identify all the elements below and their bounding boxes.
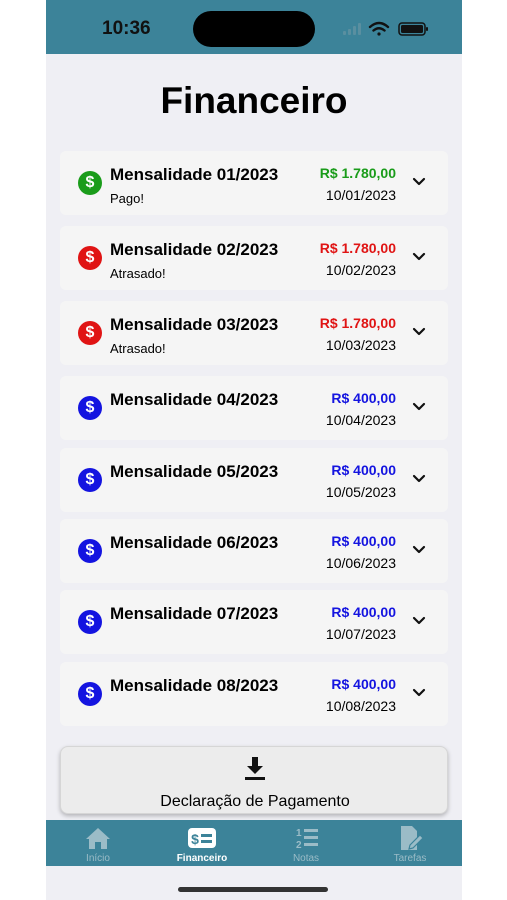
payment-date: 10/08/2023 — [325, 698, 396, 714]
tab-bar: Início $ Financeiro 1 2 Notas Tarefas — [46, 820, 462, 866]
dollar-icon: $ — [78, 321, 102, 345]
chevron-down-icon[interactable] — [412, 688, 426, 698]
payment-item[interactable]: $ Mensalidade 05/2023 R$ 400,00 10/05/20… — [60, 448, 448, 512]
battery-icon — [398, 22, 428, 36]
tab-financeiro[interactable]: $ Financeiro — [150, 820, 254, 866]
payment-title: Mensalidade 02/2023 — [110, 240, 279, 259]
payment-title: Mensalidade 07/2023 — [110, 604, 279, 623]
download-icon — [245, 757, 265, 780]
payment-title: Mensalidade 04/2023 — [110, 390, 279, 409]
chevron-down-icon[interactable] — [412, 327, 426, 337]
chevron-down-icon[interactable] — [412, 177, 426, 187]
dollar-icon: $ — [78, 246, 102, 270]
phone-screen: 10:36 Financeiro $ Mensalidade 01/2023 P… — [46, 0, 462, 900]
payment-status: Atrasado! — [110, 266, 166, 281]
payment-declaration-button[interactable]: Declaração de Pagamento — [60, 746, 448, 814]
payment-date: 10/06/2023 — [325, 555, 396, 571]
payment-item[interactable]: $ Mensalidade 02/2023 Atrasado! R$ 1.780… — [60, 226, 448, 290]
chevron-down-icon[interactable] — [412, 545, 426, 555]
chevron-down-icon[interactable] — [412, 616, 426, 626]
dollar-icon: $ — [78, 610, 102, 634]
payment-title: Mensalidade 05/2023 — [110, 462, 279, 481]
svg-text:1: 1 — [296, 828, 302, 839]
payment-amount: R$ 400,00 — [331, 533, 396, 549]
status-time: 10:36 — [102, 18, 151, 39]
payment-amount: R$ 400,00 — [331, 462, 396, 478]
payment-title: Mensalidade 03/2023 — [110, 315, 279, 334]
numbered-list-icon: 1 2 — [296, 828, 318, 851]
chevron-down-icon[interactable] — [412, 252, 426, 262]
dollar-icon: $ — [78, 468, 102, 492]
payment-title: Mensalidade 06/2023 — [110, 533, 279, 552]
payment-item[interactable]: $ Mensalidade 06/2023 R$ 400,00 10/06/20… — [60, 519, 448, 583]
payment-item[interactable]: $ Mensalidade 07/2023 R$ 400,00 10/07/20… — [60, 590, 448, 654]
payment-amount: R$ 1.780,00 — [319, 165, 396, 181]
payment-item[interactable]: $ Mensalidade 04/2023 R$ 400,00 10/04/20… — [60, 376, 448, 440]
payment-amount: R$ 400,00 — [331, 390, 396, 406]
tab-label: Início — [86, 853, 110, 864]
payment-item[interactable]: $ Mensalidade 03/2023 Atrasado! R$ 1.780… — [60, 301, 448, 365]
dollar-icon: $ — [78, 171, 102, 195]
cellular-signal-icon — [343, 23, 361, 35]
payment-date: 10/04/2023 — [325, 412, 396, 428]
tab-inicio[interactable]: Início — [46, 820, 150, 866]
payment-amount: R$ 400,00 — [331, 604, 396, 620]
dollar-card-icon: $ — [188, 828, 216, 848]
payment-title: Mensalidade 01/2023 — [110, 165, 279, 184]
tab-tarefas[interactable]: Tarefas — [358, 820, 462, 866]
home-indicator[interactable] — [178, 887, 328, 892]
tab-label: Financeiro — [176, 853, 228, 864]
payment-date: 10/03/2023 — [325, 337, 396, 353]
payment-title: Mensalidade 08/2023 — [110, 676, 279, 695]
home-icon — [86, 828, 110, 849]
payment-amount: R$ 1.780,00 — [319, 240, 396, 256]
payment-declaration-label: Declaração de Pagamento — [160, 793, 350, 810]
status-icons — [343, 21, 428, 36]
page-title: Financeiro — [160, 80, 348, 121]
dollar-icon: $ — [78, 539, 102, 563]
payment-item[interactable]: $ Mensalidade 08/2023 R$ 400,00 10/08/20… — [60, 662, 448, 726]
payment-item[interactable]: $ Mensalidade 01/2023 Pago! R$ 1.780,00 … — [60, 151, 448, 215]
dynamic-island — [193, 11, 315, 47]
tab-notas[interactable]: 1 2 Notas — [254, 820, 358, 866]
payment-amount: R$ 400,00 — [331, 676, 396, 692]
tab-label: Notas — [292, 853, 320, 864]
svg-text:$: $ — [191, 831, 199, 847]
payment-amount: R$ 1.780,00 — [319, 315, 396, 331]
dollar-icon: $ — [78, 396, 102, 420]
wifi-icon — [368, 21, 390, 36]
tab-label: Tarefas — [393, 853, 427, 864]
chevron-down-icon[interactable] — [412, 474, 426, 484]
payment-status: Pago! — [110, 191, 144, 206]
chevron-down-icon[interactable] — [412, 402, 426, 412]
status-bar: 10:36 — [46, 0, 462, 54]
payment-date: 10/07/2023 — [325, 626, 396, 642]
payment-date: 10/01/2023 — [325, 187, 396, 203]
dollar-icon: $ — [78, 682, 102, 706]
document-edit-icon — [401, 826, 424, 850]
payment-date: 10/05/2023 — [325, 484, 396, 500]
payment-date: 10/02/2023 — [325, 262, 396, 278]
payment-status: Atrasado! — [110, 341, 166, 356]
svg-text:2: 2 — [296, 840, 302, 851]
